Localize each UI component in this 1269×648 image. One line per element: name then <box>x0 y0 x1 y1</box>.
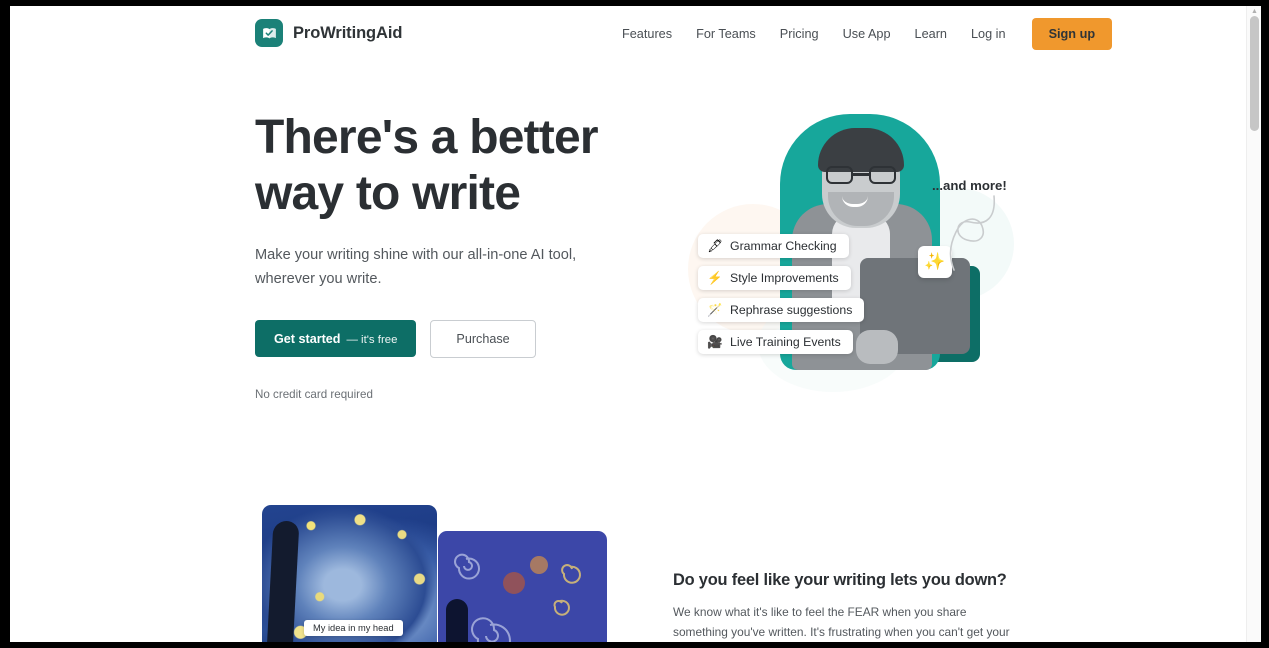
book-checkmark-icon <box>255 19 283 47</box>
glasses-bridge <box>853 173 869 176</box>
vertical-scrollbar[interactable]: ▲ <box>1246 6 1261 642</box>
magic-wand-icon: 🪄 <box>707 302 723 317</box>
page-title: There's a better way to write <box>255 110 635 222</box>
sign-up-button[interactable]: Sign up <box>1031 18 1113 50</box>
feature-chip-label: Style Improvements <box>730 271 839 285</box>
and-more-label: ...and more! <box>932 178 1007 193</box>
movie-camera-icon: 🎥 <box>707 334 723 349</box>
hero-illustration: ✨ ...and more! 🖋 Grammar Checking ⚡ Styl… <box>670 106 1030 396</box>
nav-link-log-in[interactable]: Log in <box>959 27 1018 41</box>
feather-pen-icon: 🖋 <box>707 238 723 253</box>
feature-chip-grammar-checking[interactable]: 🖋 Grammar Checking <box>698 234 849 258</box>
nav-link-for-teams[interactable]: For Teams <box>684 27 768 41</box>
hero-subtitle: Make your writing shine with our all-in-… <box>255 247 577 287</box>
nav-link-pricing[interactable]: Pricing <box>768 27 831 41</box>
no-credit-card-note: No credit card required <box>255 387 373 401</box>
get-started-note: — it's free <box>346 334 398 347</box>
hero-copy: There's a better way to write Make your … <box>255 110 635 401</box>
cypress-tree <box>266 521 300 642</box>
feature-chip-label: Grammar Checking <box>730 239 837 253</box>
simplified-cypress-tree <box>446 599 468 642</box>
feature-chip-style-improvements[interactable]: ⚡ Style Improvements <box>698 266 851 290</box>
hero-title-line-1: There's a better <box>255 111 599 164</box>
brand-name: ProWritingAid <box>293 23 403 42</box>
glasses-lens-right <box>869 166 896 184</box>
get-started-label: Get started <box>274 332 341 347</box>
feature-chip-label: Live Training Events <box>730 335 841 349</box>
feature-chip-label: Rephrase suggestions <box>730 303 853 317</box>
idea-caption: My idea in my head <box>304 620 403 636</box>
lightning-bolt-icon: ⚡ <box>707 270 723 285</box>
scrollbar-thumb[interactable] <box>1250 16 1259 131</box>
site-header: ProWritingAid Features For Teams Pricing… <box>10 6 1255 62</box>
hero-title-line-2: way to write <box>255 167 521 221</box>
writing-lets-you-down-section: Do you feel like your writing lets you d… <box>673 571 1023 642</box>
starry-night-simplified <box>438 531 607 642</box>
glasses-lens-left <box>826 166 853 184</box>
feature-chip-live-training-events[interactable]: 🎥 Live Training Events <box>698 330 853 354</box>
curly-arrow-icon <box>949 195 995 271</box>
nav-link-use-app[interactable]: Use App <box>831 27 903 41</box>
scroll-up-arrow-icon[interactable]: ▲ <box>1251 8 1258 15</box>
nav-link-features[interactable]: Features <box>610 27 684 41</box>
feature-chip-rephrase-suggestions[interactable]: 🪄 Rephrase suggestions <box>698 298 865 322</box>
starry-night-comparison-art: My idea in my head <box>262 505 607 642</box>
purchase-button[interactable]: Purchase <box>430 319 536 358</box>
glasses-icon <box>826 166 896 184</box>
section-body: We know what it's like to feel the FEAR … <box>673 605 1010 639</box>
hero-cta-row: Get started — it's free Purchase <box>255 319 635 358</box>
page-content: ProWritingAid Features For Teams Pricing… <box>10 6 1255 642</box>
feature-chip-list: 🖋 Grammar Checking ⚡ Style Improvements … <box>698 234 865 354</box>
browser-viewport: ProWritingAid Features For Teams Pricing… <box>10 6 1261 642</box>
brand-logo-link[interactable]: ProWritingAid <box>255 19 402 47</box>
get-started-button[interactable]: Get started — it's free <box>255 320 417 358</box>
section-heading: Do you feel like your writing lets you d… <box>673 571 1007 589</box>
main-navigation: Features For Teams Pricing Use App Learn… <box>610 6 1113 62</box>
nav-link-learn[interactable]: Learn <box>903 27 959 41</box>
